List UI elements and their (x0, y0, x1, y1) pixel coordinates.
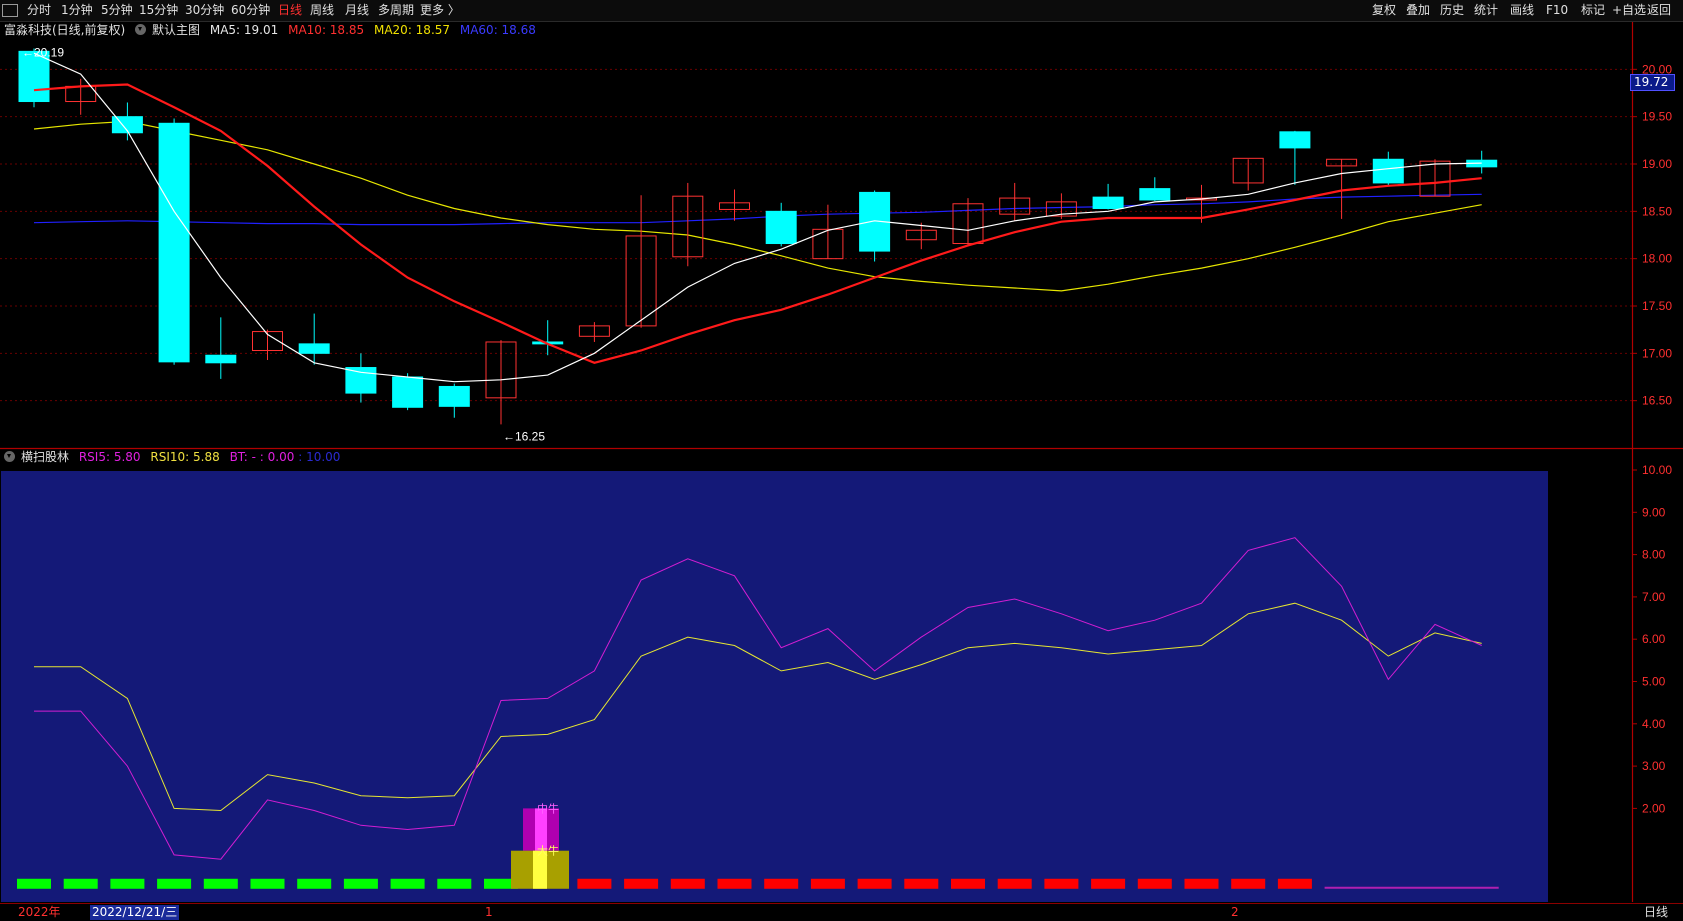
toolbar-button[interactable]: 返回 (1647, 2, 1671, 19)
current-price-tag: 19.72 (1630, 74, 1675, 91)
period-tab[interactable]: 5分钟 (101, 2, 133, 19)
mid-bull-label: 中牛 (537, 801, 559, 815)
bt-bar (577, 878, 612, 889)
period-tab[interactable]: 15分钟 (139, 2, 178, 19)
bt-bar (437, 878, 472, 889)
candle-body (1139, 188, 1171, 201)
bt-bar (1231, 878, 1266, 889)
bt-bar (157, 878, 192, 889)
bt-bar (624, 878, 659, 889)
period-toolbar: 分时 1分钟 5分钟 15分钟 30分钟 60分钟 日线 周线 月线 多周期 更多 〉 复权 叠加 历史… (0, 0, 1683, 22)
month-label-2: 2 (1231, 905, 1239, 919)
toolbar-button[interactable]: 叠加 (1406, 2, 1430, 19)
candle-body (1092, 196, 1124, 209)
candle-body (345, 367, 377, 394)
bt-bar (110, 878, 145, 889)
indicator-tick-label: 2.00 (1642, 801, 1666, 815)
date-axis-bar: 2022年 2022/12/21/三 1 2 日线 (0, 903, 1683, 921)
cursor-date: 2022/12/21/三 (90, 905, 180, 920)
bt-bar (343, 878, 378, 889)
low-annotation: ←16.25 (503, 429, 545, 443)
period-tab[interactable]: 分时 (27, 2, 51, 19)
toolbar-button[interactable]: F10 (1546, 2, 1568, 19)
candle-body (205, 354, 237, 364)
bt-bar (717, 878, 752, 889)
price-tick-label: 18.50 (1642, 204, 1672, 218)
bt-bar (670, 878, 705, 889)
bt-bar (1184, 878, 1219, 889)
marker-button[interactable]: 标记 (1581, 2, 1605, 19)
toolbar-button[interactable]: 画线 (1510, 2, 1534, 19)
bt-bar (17, 878, 51, 889)
candle-body (298, 343, 330, 354)
big-bull-label: 大牛 (537, 844, 559, 858)
candle-body (1372, 158, 1404, 184)
toolbar-button[interactable]: +自选 (1612, 2, 1646, 19)
period-tab[interactable]: 日线 (278, 2, 302, 19)
period-label: 日线 (1644, 905, 1669, 919)
period-tab[interactable]: 30分钟 (185, 2, 224, 19)
candle-body (1279, 131, 1311, 149)
ma60-line (33, 193, 1482, 226)
period-tab[interactable]: 60分钟 (231, 2, 270, 19)
bt-bar (997, 878, 1032, 889)
price-tick-label: 17.50 (1642, 299, 1672, 313)
bt-bar (203, 878, 238, 889)
period-tab[interactable]: 月线 (345, 2, 369, 19)
bt-bar (1091, 878, 1126, 889)
indicator-tick-label: 6.00 (1642, 632, 1666, 646)
toolbar-button[interactable]: 复权 (1372, 2, 1396, 19)
price-tick-label: 19.50 (1642, 110, 1672, 124)
bt-bar (1277, 878, 1312, 889)
price-tick-label: 17.00 (1642, 346, 1672, 360)
bt-bar (63, 878, 98, 889)
period-tab[interactable]: 更多 〉 (420, 2, 460, 19)
candle-body (765, 210, 797, 245)
indicator-tick-label: 3.00 (1642, 759, 1666, 773)
candle-body (438, 385, 470, 407)
bt-bar (764, 878, 799, 889)
bt-bar (1044, 878, 1079, 889)
year-label: 2022年 (18, 905, 61, 919)
toolbar-button[interactable]: 历史 (1440, 2, 1464, 19)
indicator-tick-label: 5.00 (1642, 675, 1666, 689)
period-tab[interactable]: 1分钟 (61, 2, 93, 19)
bt-bar (857, 878, 892, 889)
indicator-tick-label: 8.00 (1642, 548, 1666, 562)
candle-body (158, 122, 190, 363)
indicator-background (1, 471, 1548, 902)
bt-bar (951, 878, 985, 889)
candle-body (392, 376, 424, 408)
bt-bar (390, 878, 425, 889)
period-tab[interactable]: 多周期 (378, 2, 414, 19)
high-annotation: ←20.19 (22, 45, 64, 59)
bt-bar (1137, 878, 1172, 889)
bt-bar (810, 878, 845, 889)
indicator-tick-label: 10.00 (1642, 463, 1672, 477)
kline-chart[interactable]: 20.0019.5019.0018.5018.0017.5017.0016.50… (0, 22, 1683, 902)
window-icon[interactable] (2, 4, 18, 17)
bt-bar (250, 878, 285, 889)
toolbar-button[interactable]: 统计 (1474, 2, 1498, 19)
bt-bar (297, 878, 332, 889)
price-tick-label: 16.50 (1642, 394, 1672, 408)
bt-bar (904, 878, 939, 889)
price-tick-label: 19.00 (1642, 157, 1672, 171)
indicator-tick-label: 7.00 (1642, 590, 1666, 604)
price-tick-label: 18.00 (1642, 252, 1672, 266)
indicator-tick-label: 9.00 (1642, 505, 1666, 519)
indicator-tick-label: 4.00 (1642, 717, 1666, 731)
month-label-1: 1 (485, 905, 493, 919)
period-tab[interactable]: 周线 (310, 2, 334, 19)
